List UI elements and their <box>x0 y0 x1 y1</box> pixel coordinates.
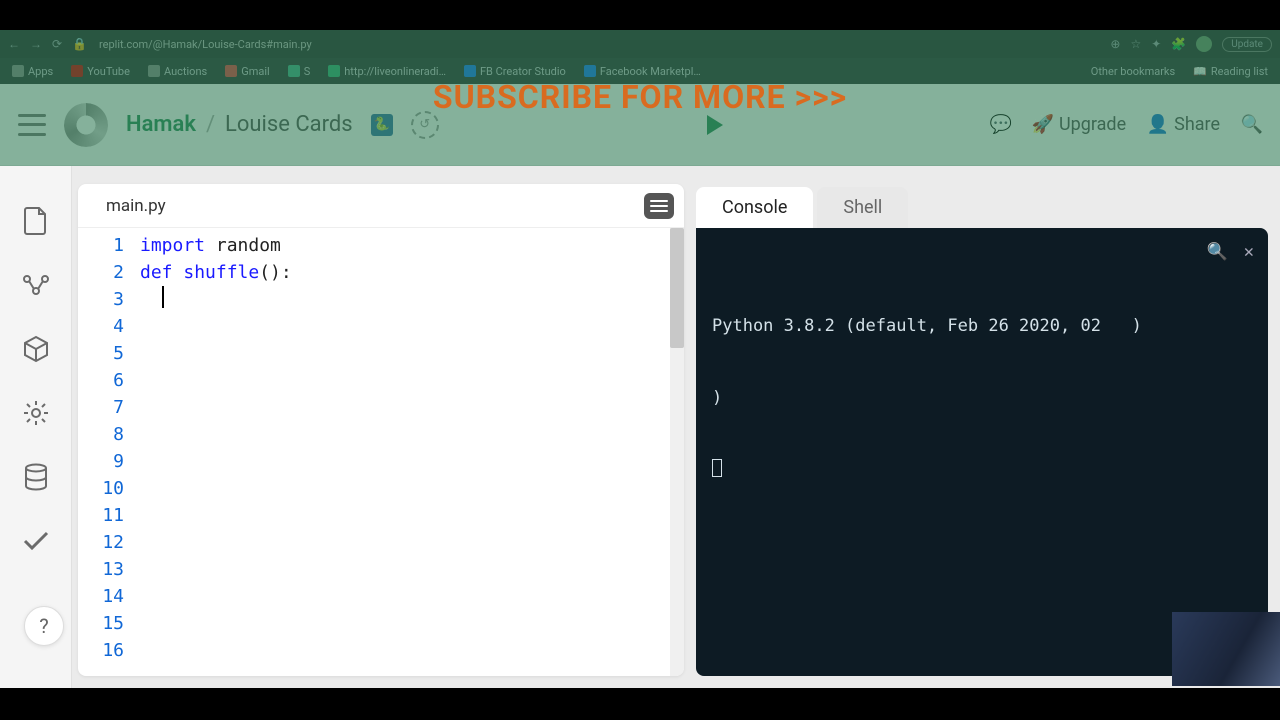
console-prompt <box>712 458 1252 482</box>
lock-icon: 🔒 <box>72 37 87 51</box>
line-number: 1 <box>78 232 124 259</box>
rocket-icon: 🚀 <box>1033 115 1053 135</box>
upgrade-button[interactable]: 🚀Upgrade <box>1033 114 1126 135</box>
run-button[interactable] <box>699 109 731 141</box>
line-number: 12 <box>78 529 124 556</box>
editor-tabs: main.py <box>78 184 684 228</box>
line-number: 4 <box>78 313 124 340</box>
search-button[interactable]: 🔍 <box>1242 115 1262 135</box>
console-clear-icon[interactable]: ✕ <box>1244 240 1254 264</box>
star-icon[interactable]: ☆ <box>1130 37 1141 51</box>
bookmark-apps[interactable]: Apps <box>12 65 53 78</box>
url-text[interactable]: replit.com/@Hamak/Louise-Cards#main.py <box>99 38 1098 51</box>
replit-header: Hamak / Louise Cards 🐍 ↺ 💬 🚀Upgrade 👤Sha… <box>0 84 1280 166</box>
chat-icon: 💬 <box>991 115 1011 135</box>
chat-button[interactable]: 💬 <box>991 115 1011 135</box>
line-number: 14 <box>78 583 124 610</box>
bookmark-gmail[interactable]: Gmail <box>225 65 269 78</box>
line-number: 8 <box>78 421 124 448</box>
breadcrumb: Hamak / Louise Cards <box>126 112 353 137</box>
share-button[interactable]: 👤Share <box>1148 114 1220 135</box>
editor-options-icon[interactable] <box>644 193 674 219</box>
replit-logo-icon[interactable] <box>64 103 108 147</box>
help-button[interactable]: ? <box>24 606 64 646</box>
line-number: 6 <box>78 367 124 394</box>
browser-address-bar: ← → ⟳ 🔒 replit.com/@Hamak/Louise-Cards#m… <box>0 30 1280 58</box>
files-icon[interactable] <box>21 206 51 236</box>
text-cursor <box>162 286 164 308</box>
line-gutter: 12345678910111213141516 <box>78 228 134 676</box>
code-lines[interactable]: import random def shuffle(): <box>134 228 684 676</box>
forward-icon[interactable]: → <box>30 37 42 51</box>
tab-shell[interactable]: Shell <box>817 187 908 228</box>
update-button[interactable]: Update <box>1222 37 1272 52</box>
play-icon <box>707 115 723 135</box>
search-icon: 🔍 <box>1242 115 1262 135</box>
line-number: 13 <box>78 556 124 583</box>
code-editor[interactable]: 12345678910111213141516 import random de… <box>78 228 684 676</box>
bookmark-radio[interactable]: http://liveonlineradi… <box>328 65 446 78</box>
back-icon[interactable]: ← <box>8 37 20 51</box>
line-number: 9 <box>78 448 124 475</box>
editor-scrollbar-thumb[interactable] <box>670 228 684 348</box>
line-number: 10 <box>78 475 124 502</box>
settings-icon[interactable] <box>21 398 51 428</box>
console-search-icon[interactable]: 🔍 <box>1207 240 1228 264</box>
console-output[interactable]: 🔍 ✕ Python 3.8.2 (default, Feb 26 2020, … <box>696 228 1268 676</box>
reload-icon[interactable]: ⟳ <box>52 37 62 51</box>
bookmark-auctions[interactable]: Auctions <box>148 65 207 78</box>
main-area: main.py 12345678910111213141516 import r… <box>0 166 1280 688</box>
extensions-icon[interactable]: ✦ <box>1151 37 1161 51</box>
line-number: 2 <box>78 259 124 286</box>
console-line: Python 3.8.2 (default, Feb 26 2020, 02 ) <box>712 314 1252 338</box>
console-tabs: Console Shell <box>696 184 1268 228</box>
packages-icon[interactable] <box>21 334 51 364</box>
console-line: ) <box>712 386 1252 410</box>
bookmark-fb-creator[interactable]: FB Creator Studio <box>464 65 566 78</box>
editor-scrollbar-track[interactable] <box>670 228 684 676</box>
bookmarks-bar: Apps YouTube Auctions Gmail S http://liv… <box>0 58 1280 84</box>
puzzle-icon[interactable]: 🧩 <box>1171 37 1186 51</box>
python-icon: 🐍 <box>371 114 393 136</box>
person-plus-icon: 👤 <box>1148 115 1168 135</box>
bookmark-fb-marketplace[interactable]: Facebook Marketpl… <box>584 65 701 78</box>
check-icon[interactable] <box>21 526 51 556</box>
search-page-icon[interactable]: ⊕ <box>1110 37 1120 51</box>
bookmark-reading-list[interactable]: 📖Reading list <box>1193 65 1268 78</box>
line-number: 16 <box>78 637 124 664</box>
line-number: 3 <box>78 286 124 313</box>
line-number: 15 <box>78 610 124 637</box>
version-control-icon[interactable] <box>21 270 51 300</box>
tab-console[interactable]: Console <box>696 187 813 228</box>
database-icon[interactable] <box>21 462 51 492</box>
line-number: 7 <box>78 394 124 421</box>
webcam-thumbnail <box>1172 612 1280 686</box>
profile-avatar[interactable] <box>1196 36 1212 52</box>
breadcrumb-repl-name[interactable]: Louise Cards <box>225 112 353 137</box>
bookmark-s[interactable]: S <box>288 65 311 78</box>
console-panel: Console Shell 🔍 ✕ Python 3.8.2 (default,… <box>696 184 1268 676</box>
history-icon[interactable]: ↺ <box>411 111 439 139</box>
breadcrumb-separator: / <box>206 112 215 137</box>
line-number: 11 <box>78 502 124 529</box>
line-number: 5 <box>78 340 124 367</box>
file-tab-main[interactable]: main.py <box>88 188 184 224</box>
bookmark-other[interactable]: Other bookmarks <box>1091 65 1175 78</box>
bookmark-youtube[interactable]: YouTube <box>71 65 130 78</box>
editor-panel: main.py 12345678910111213141516 import r… <box>78 184 684 676</box>
hamburger-icon[interactable] <box>18 114 46 136</box>
breadcrumb-owner[interactable]: Hamak <box>126 112 196 137</box>
